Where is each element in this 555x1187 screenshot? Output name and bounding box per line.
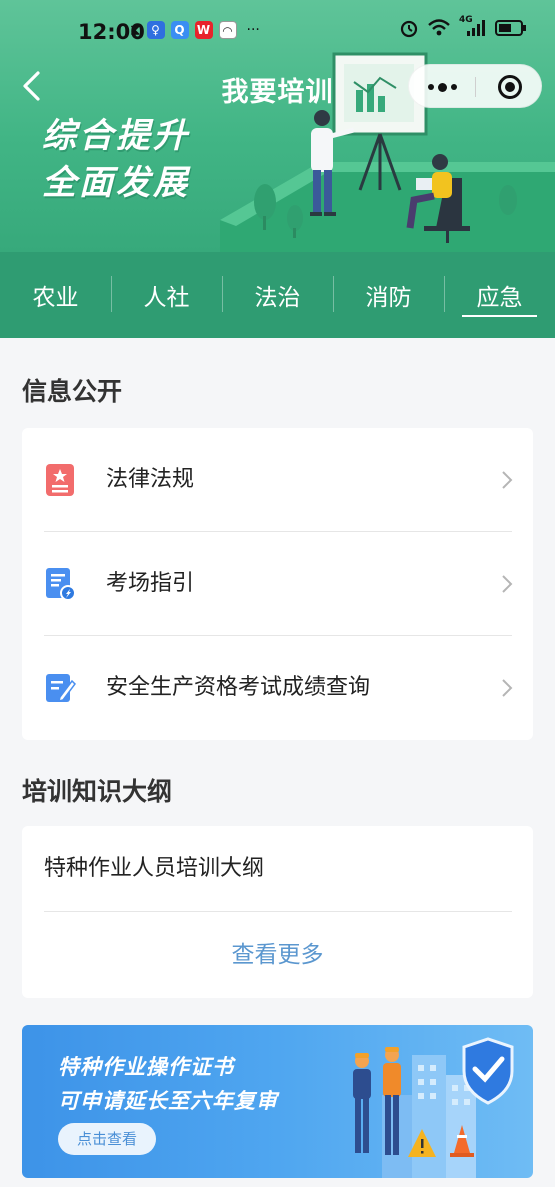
list-item-exam-guide[interactable]: 考场指引 (22, 532, 533, 636)
alarm-icon (400, 20, 418, 38)
certificate-promo-banner[interactable]: 特种作业操作证书 可申请延长至六年复审 点击查看 (22, 1025, 533, 1178)
workers-shield-illustration (353, 1037, 514, 1178)
category-tabs: 农业 人社 法治 消防 应急 (0, 252, 555, 338)
chevron-right-icon (502, 575, 513, 593)
score-query-icon (46, 674, 76, 703)
list-item-score-query[interactable]: 安全生产资格考试成绩查询 (22, 636, 533, 740)
chat-app-icon: ◠ (218, 21, 237, 39)
list-item-special-operations-outline[interactable]: 特种作业人员培训大纲 (44, 826, 264, 912)
more-menu-button[interactable] (409, 65, 475, 109)
outline-section-title: 培训知识大纲 (22, 777, 173, 806)
tab-human-resources[interactable]: 人社 (111, 252, 222, 338)
view-more-button[interactable]: 查看更多 (22, 912, 533, 998)
header-banner: 12:00 ⧗ ♀ Q W ◠ ··· 4G 我要培训 综合提升 全面发展 (0, 0, 555, 252)
outline-card: 特种作业人员培训大纲 查看更多 (22, 826, 533, 998)
chevron-right-icon (502, 471, 513, 489)
signal-4g-icon: 4G (459, 15, 487, 38)
tab-agriculture[interactable]: 农业 (0, 252, 111, 338)
info-section-title: 信息公开 (22, 377, 123, 406)
info-list-card: 法律法规 考场指引 安全生产资格考试成绩查询 (22, 428, 533, 740)
bulb-app-icon: ♀ (146, 21, 165, 39)
list-item-label: 法律法规 (106, 467, 195, 492)
battery-icon (495, 20, 526, 36)
tab-emergency[interactable]: 应急 (444, 252, 555, 338)
law-document-icon (46, 464, 74, 496)
close-mini-program-button[interactable] (498, 75, 522, 99)
tab-law[interactable]: 法治 (222, 252, 333, 338)
banner-view-button[interactable]: 点击查看 (58, 1123, 156, 1155)
banner-line-2: 可申请延长至六年复审 (58, 1089, 278, 1113)
exam-guide-icon (46, 568, 76, 601)
list-item-label: 安全生产资格考试成绩查询 (106, 675, 371, 700)
list-item-label: 考场指引 (106, 571, 195, 596)
tab-fire-safety[interactable]: 消防 (333, 252, 444, 338)
banner-line-1: 特种作业操作证书 (58, 1055, 234, 1079)
status-left-icons: ⧗ ♀ Q W ◠ ··· (130, 21, 260, 39)
hourglass-icon: ⧗ (130, 21, 141, 39)
status-right-icons: 4G (399, 15, 527, 38)
wifi-icon (428, 19, 450, 36)
capsule-divider (475, 77, 476, 97)
search-app-icon: Q (170, 21, 189, 39)
status-more: ··· (246, 22, 260, 38)
list-item-laws[interactable]: 法律法规 (22, 428, 533, 532)
chevron-right-icon (502, 679, 513, 697)
weibo-app-icon: W (194, 21, 213, 39)
slogan-line-2: 全面发展 (42, 163, 190, 203)
mini-program-capsule (408, 64, 542, 108)
status-bar: 12:00 ⧗ ♀ Q W ◠ ··· 4G (0, 0, 555, 62)
slogan-line-1: 综合提升 (42, 116, 190, 156)
